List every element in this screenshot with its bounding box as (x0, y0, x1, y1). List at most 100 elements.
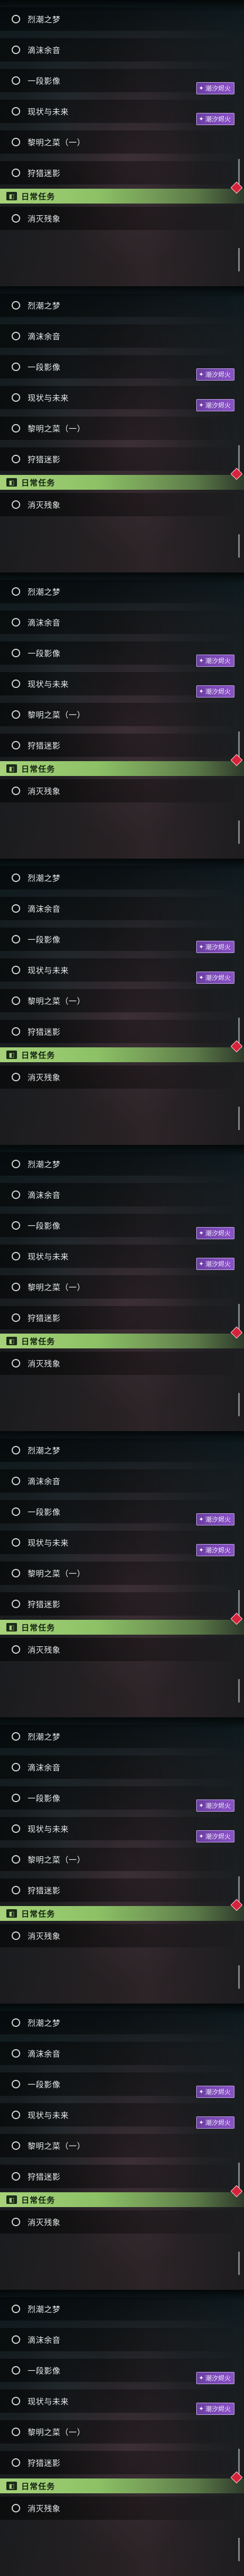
quest-row[interactable]: 滴沫余音 (0, 1180, 244, 1210)
circle-outline-icon (12, 1221, 20, 1230)
circle-outline-icon (12, 587, 20, 596)
quest-row[interactable]: 一段影像 ✦ 潮汐烬火 (0, 352, 244, 382)
daily-task-title: 日常任务 (21, 1909, 56, 1919)
quest-row[interactable]: 狩猎迷影 (0, 1875, 244, 1905)
quest-row[interactable]: 黎明之菜（一） (0, 1272, 244, 1302)
quest-row[interactable]: 黎明之菜（一） (0, 413, 244, 443)
quest-row[interactable]: 黎明之菜（一） (0, 127, 244, 157)
quest-row[interactable]: 黎明之菜（一） (0, 2131, 244, 2160)
daily-task-header[interactable]: ◧ 日常任务 (0, 1040, 244, 1062)
quest-row[interactable]: 现状与未来 ✦ 潮汐烬火 (0, 96, 244, 126)
quest-panel: 烈潮之梦 滴沫余音 一段影像 ✦ 潮汐烬火 现状与未来 ✦ 潮汐烬火 黎明之菜（一） 狩猎迷影 ◧ 日… (0, 1145, 244, 1431)
quest-row[interactable]: 狩猎迷影 (0, 1303, 244, 1333)
quest-row[interactable]: 烈潮之梦 (0, 1722, 244, 1751)
quest-row[interactable]: 现状与未来 ✦ 潮汐烬火 (0, 383, 244, 412)
quest-row[interactable]: 烈潮之梦 (0, 863, 244, 893)
quest-row[interactable]: 一段影像 ✦ 潮汐烬火 (0, 1497, 244, 1527)
daily-task-header[interactable]: ◧ 日常任务 (0, 754, 244, 776)
scroll-indicator (238, 731, 240, 757)
daily-task-row[interactable]: 消灭残象 (0, 1921, 244, 1951)
quest-row[interactable]: 一段影像 ✦ 潮汐烬火 (0, 2356, 244, 2385)
quest-row[interactable]: 一段影像 ✦ 潮汐烬火 (0, 66, 244, 95)
quest-row[interactable]: 烈潮之梦 (0, 290, 244, 320)
quest-row[interactable]: 一段影像 ✦ 潮汐烬火 (0, 638, 244, 668)
panel-top-spacer (0, 859, 244, 863)
daily-task-icon: ◧ (6, 1337, 17, 1345)
quest-row[interactable]: 一段影像 ✦ 潮汐烬火 (0, 1211, 244, 1240)
quest-row[interactable]: 现状与未来 ✦ 潮汐烬火 (0, 2100, 244, 2130)
quest-row[interactable]: 烈潮之梦 (0, 577, 244, 606)
quest-row[interactable]: 黎明之菜（一） (0, 700, 244, 729)
sparkle-icon: ✦ (198, 974, 204, 981)
daily-task-icon: ◧ (6, 192, 17, 200)
daily-task-row[interactable]: 消灭残象 (0, 1348, 244, 1378)
quest-row[interactable]: 一段影像 ✦ 潮汐烬火 (0, 1783, 244, 1813)
quest-row[interactable]: 烈潮之梦 (0, 2008, 244, 2037)
quest-row[interactable]: 现状与未来 ✦ 潮汐烬火 (0, 1814, 244, 1843)
quest-row[interactable]: 滴沫余音 (0, 2039, 244, 2068)
quest-row[interactable]: 狩猎迷影 (0, 158, 244, 188)
quest-row[interactable]: 烈潮之梦 (0, 2294, 244, 2324)
quest-row[interactable]: 现状与未来 ✦ 潮汐烬火 (0, 1528, 244, 1557)
quest-row[interactable]: 狩猎迷影 (0, 1589, 244, 1619)
circle-outline-icon (12, 1477, 20, 1485)
scroll-indicator (238, 2252, 240, 2275)
daily-task-header[interactable]: ◧ 日常任务 (0, 467, 244, 490)
quest-row[interactable]: 烈潮之梦 (0, 1149, 244, 1179)
daily-task-row[interactable]: 消灭残象 (0, 2493, 244, 2523)
daily-task-row[interactable]: 消灭残象 (0, 490, 244, 519)
daily-task-header[interactable]: ◧ 日常任务 (0, 1326, 244, 1348)
quest-row[interactable]: 滴沫余音 (0, 607, 244, 637)
quest-row[interactable]: 狩猎迷影 (0, 444, 244, 474)
scroll-indicator (238, 2449, 240, 2474)
circle-outline-icon (12, 1313, 20, 1322)
circle-outline-icon (12, 332, 20, 340)
quest-row[interactable]: 黎明之菜（一） (0, 986, 244, 1016)
quest-row[interactable]: 现状与未来 ✦ 潮汐烬火 (0, 2386, 244, 2416)
daily-task-header[interactable]: ◧ 日常任务 (0, 2185, 244, 2207)
daily-task-row[interactable]: 消灭残象 (0, 2207, 244, 2237)
quest-row[interactable]: 滴沫余音 (0, 1752, 244, 1782)
quest-label: 烈潮之梦 (28, 873, 61, 883)
daily-task-header[interactable]: ◧ 日常任务 (0, 1899, 244, 1921)
quest-row[interactable]: 现状与未来 ✦ 潮汐烬火 (0, 955, 244, 985)
quest-label: 现状与未来 (28, 2110, 69, 2120)
quest-row[interactable]: 滴沫余音 (0, 35, 244, 65)
quest-row[interactable]: 烈潮之梦 (0, 4, 244, 34)
quest-label: 黎明之菜（一） (28, 2141, 85, 2151)
quest-row[interactable]: 狩猎迷影 (0, 730, 244, 760)
panel-top-spacer (0, 2290, 244, 2294)
circle-outline-icon (12, 2018, 20, 2027)
daily-task-row[interactable]: 消灭残象 (0, 204, 244, 233)
quest-row[interactable]: 烈潮之梦 (0, 1435, 244, 1465)
quest-row[interactable]: 一段影像 ✦ 潮汐烬火 (0, 2069, 244, 2099)
daily-task-row[interactable]: 消灭残象 (0, 776, 244, 806)
quest-row[interactable]: 狩猎迷影 (0, 1017, 244, 1046)
daily-task-row[interactable]: 消灭残象 (0, 1062, 244, 1092)
daily-task-header[interactable]: ◧ 日常任务 (0, 181, 244, 204)
quest-row[interactable]: 一段影像 ✦ 潮汐烬火 (0, 924, 244, 954)
daily-task-header[interactable]: ◧ 日常任务 (0, 1612, 244, 1635)
daily-task-row[interactable]: 消灭残象 (0, 1635, 244, 1664)
quest-row[interactable]: 狩猎迷影 (0, 2448, 244, 2477)
quest-row[interactable]: 黎明之菜（一） (0, 1558, 244, 1588)
quest-row[interactable]: 现状与未来 ✦ 潮汐烬火 (0, 669, 244, 699)
quest-label: 黎明之菜（一） (28, 2427, 85, 2437)
quest-row[interactable]: 狩猎迷影 (0, 2162, 244, 2191)
event-badge-label: 潮汐烬火 (205, 688, 231, 695)
quest-row[interactable]: 滴沫余音 (0, 894, 244, 923)
event-badge-label: 潮汐烬火 (205, 1260, 231, 1268)
quest-row[interactable]: 黎明之菜（一） (0, 1845, 244, 1874)
circle-outline-icon (12, 15, 20, 23)
circle-outline-icon (12, 2218, 20, 2226)
circle-outline-icon (12, 1645, 20, 1654)
daily-task-header[interactable]: ◧ 日常任务 (0, 2471, 244, 2493)
quest-row[interactable]: 黎明之菜（一） (0, 2417, 244, 2447)
quest-row[interactable]: 滴沫余音 (0, 1466, 244, 1496)
daily-task-icon: ◧ (6, 2482, 17, 2490)
quest-row[interactable]: 滴沫余音 (0, 2325, 244, 2354)
daily-task-icon: ◧ (6, 478, 17, 487)
scroll-indicator (238, 445, 240, 471)
quest-row[interactable]: 滴沫余音 (0, 321, 244, 351)
quest-row[interactable]: 现状与未来 ✦ 潮汐烬火 (0, 1241, 244, 1271)
